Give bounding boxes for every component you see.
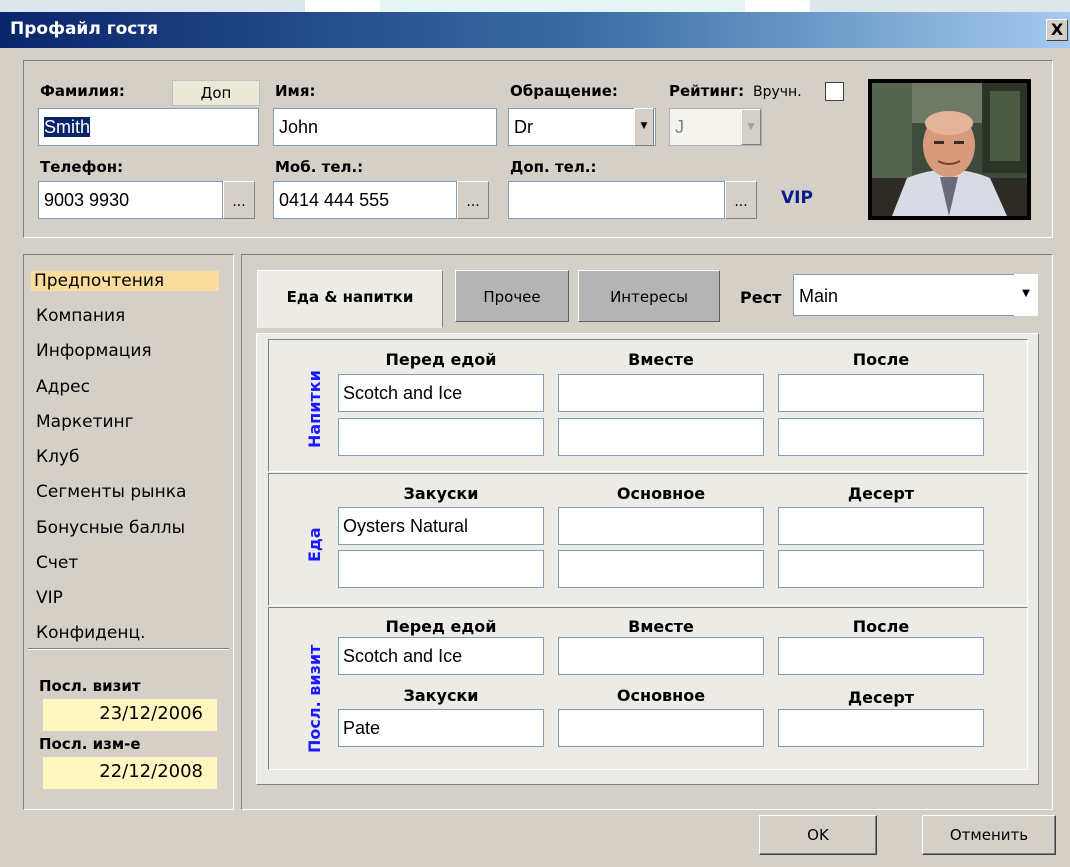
last-visit-food-header-main: Основное <box>616 686 706 705</box>
background-block <box>305 0 380 12</box>
last-visit-drinks-header-before: Перед едой <box>385 617 497 636</box>
close-icon: X <box>1050 20 1064 39</box>
restaurant-label: Рест <box>740 288 782 307</box>
close-button[interactable]: X <box>1046 19 1068 41</box>
name-label: Имя: <box>275 82 316 100</box>
last-visit-drinks-with[interactable] <box>558 637 764 675</box>
vip-badge: VIP <box>781 188 813 208</box>
background-block <box>745 0 810 12</box>
rating-dropdown-arrow[interactable]: ▼ <box>741 109 761 145</box>
rating-label: Рейтинг: <box>669 82 745 100</box>
last-change-date: 22/12/2008 <box>43 757 217 789</box>
window-title: Профайл гостя <box>10 19 159 39</box>
mobile-lookup-button[interactable]: ... <box>457 181 489 219</box>
food-dessert-1[interactable] <box>778 507 984 545</box>
sidebar-item-company[interactable]: Компания <box>33 306 128 326</box>
last-visit-drinks-before[interactable]: Scotch and Ice <box>338 637 544 675</box>
tab-other-label: Прочее <box>483 288 541 306</box>
food-header-starters: Закуски <box>403 484 479 503</box>
extra-phone-lookup-button[interactable]: ... <box>725 181 757 219</box>
sidebar-item-vip[interactable]: VIP <box>33 588 66 608</box>
last-visit-food-dessert[interactable] <box>778 709 984 747</box>
extra-phone-label: Доп. тел.: <box>510 158 597 176</box>
drinks-with-1[interactable] <box>558 374 764 412</box>
tab-food-drinks-label: Еда & напитки <box>286 288 414 306</box>
last-visit-section-label: Посл. визит <box>305 644 324 753</box>
name-field[interactable]: John <box>273 108 497 146</box>
more-button[interactable]: Доп <box>172 80 260 106</box>
drinks-before-1[interactable]: Scotch and Ice <box>338 374 544 412</box>
food-starters-1[interactable]: Oysters Natural <box>338 507 544 545</box>
tab-other[interactable]: Прочее <box>455 270 569 322</box>
chevron-down-icon: ▼ <box>1022 288 1030 299</box>
background-strip <box>0 0 1070 12</box>
extra-phone-field[interactable] <box>508 181 725 219</box>
sidebar-item-information[interactable]: Информация <box>33 341 155 361</box>
guest-portrait-image <box>872 83 1027 216</box>
manual-checkbox[interactable] <box>825 82 844 101</box>
manual-label: Вручн. <box>753 84 802 100</box>
salutation-label: Обращение: <box>510 82 618 100</box>
drinks-header-with: Вместе <box>628 350 694 369</box>
guest-profile-window: Профайл гостя X Фамилия: Доп Имя: Обраще… <box>0 12 1070 867</box>
sidebar-item-marketing[interactable]: Маркетинг <box>33 412 137 432</box>
salutation-dropdown-arrow[interactable]: ▼ <box>634 108 654 146</box>
food-dessert-2[interactable] <box>778 550 984 588</box>
more-button-label: Доп <box>200 84 232 102</box>
guest-photo[interactable] <box>868 79 1031 220</box>
surname-label: Фамилия: <box>40 82 125 100</box>
drinks-with-2[interactable] <box>558 418 764 456</box>
last-visit-food-starters[interactable]: Pate <box>338 709 544 747</box>
chevron-down-icon: ▼ <box>747 122 755 132</box>
drinks-header-before: Перед едой <box>385 350 497 369</box>
sidebar-item-preferences[interactable]: Предпочтения <box>31 271 219 291</box>
surname-value: Smith <box>44 117 91 137</box>
drinks-header-after: После <box>852 350 910 369</box>
restaurant-dropdown-arrow[interactable]: ▼ <box>1014 274 1038 316</box>
drinks-section-label: Напитки <box>305 370 324 448</box>
food-header-main: Основное <box>616 484 706 503</box>
last-change-label: Посл. изм-е <box>39 735 141 753</box>
profile-sections-sidebar: Предпочтения Компания Информация Адрес М… <box>23 254 234 810</box>
last-visit-food-header-starters: Закуски <box>403 686 479 705</box>
last-visit-label: Посл. визит <box>39 677 141 695</box>
sidebar-item-address[interactable]: Адрес <box>33 377 93 397</box>
drinks-before-2[interactable] <box>338 418 544 456</box>
cancel-button[interactable]: Отменить <box>922 815 1056 855</box>
surname-field[interactable]: Smith <box>38 108 259 146</box>
drinks-after-2[interactable] <box>778 418 984 456</box>
last-visit-drinks-after[interactable] <box>778 637 984 675</box>
food-main-2[interactable] <box>558 550 764 588</box>
drinks-after-1[interactable] <box>778 374 984 412</box>
tab-interests[interactable]: Интересы <box>578 270 720 322</box>
ok-button[interactable]: OK <box>759 815 877 855</box>
mobile-label: Моб. тел.: <box>275 158 364 176</box>
sidebar-item-bonus-points[interactable]: Бонусные баллы <box>33 518 188 538</box>
food-section-label: Еда <box>305 527 324 562</box>
last-visit-food-main[interactable] <box>558 709 764 747</box>
last-visit-food-header-dessert: Десерт <box>847 688 915 707</box>
tab-interests-label: Интересы <box>610 288 688 306</box>
sidebar-item-privacy[interactable]: Конфиденц. <box>33 623 148 643</box>
phone-label: Телефон: <box>40 158 124 176</box>
food-main-1[interactable] <box>558 507 764 545</box>
last-visit-drinks-header-after: После <box>852 617 910 636</box>
mobile-field[interactable]: 0414 444 555 <box>273 181 457 219</box>
background-block <box>380 0 745 12</box>
last-visit-drinks-header-with: Вместе <box>628 617 694 636</box>
sidebar-item-club[interactable]: Клуб <box>33 447 82 467</box>
title-bar: Профайл гостя X <box>0 12 1070 48</box>
last-visit-date: 23/12/2006 <box>43 699 217 731</box>
food-header-dessert: Десерт <box>847 484 915 503</box>
sidebar-item-market-segments[interactable]: Сегменты рынка <box>33 482 189 502</box>
food-starters-2[interactable] <box>338 550 544 588</box>
tab-food-drinks[interactable]: Еда & напитки <box>257 270 443 328</box>
phone-field[interactable]: 9003 9930 <box>38 181 223 219</box>
sidebar-divider <box>28 648 229 650</box>
restaurant-select[interactable]: Main <box>793 274 1038 316</box>
chevron-down-icon: ▼ <box>640 121 648 131</box>
sidebar-item-account[interactable]: Счет <box>33 553 81 573</box>
phone-lookup-button[interactable]: ... <box>223 181 255 219</box>
